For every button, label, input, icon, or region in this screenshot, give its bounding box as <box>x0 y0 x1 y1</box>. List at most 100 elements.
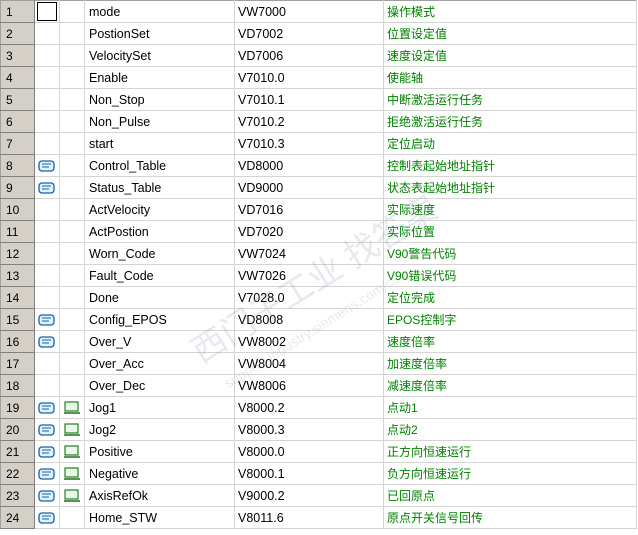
symbol-comment[interactable]: 原点开关信号回传 <box>383 506 637 529</box>
symbol-name[interactable]: Negative <box>84 462 235 485</box>
table-row[interactable]: 14 Done V7028.0 定位完成 <box>0 286 637 309</box>
icon-cell[interactable] <box>59 110 85 133</box>
symbol-name[interactable]: Positive <box>84 440 235 463</box>
symbol-address[interactable]: VD7016 <box>234 198 384 221</box>
row-number[interactable]: 15 <box>0 308 35 331</box>
table-row[interactable]: 8 Control_Table VD8000 控制表起始地址指针 <box>0 154 637 177</box>
row-number[interactable]: 18 <box>0 374 35 397</box>
row-number[interactable]: 11 <box>0 220 35 243</box>
table-row[interactable]: 17 Over_Acc VW8004 加速度倍率 <box>0 352 637 375</box>
row-number[interactable]: 10 <box>0 198 35 221</box>
symbol-address[interactable]: VD7006 <box>234 44 384 67</box>
symbol-comment[interactable]: 定位启动 <box>383 132 637 155</box>
row-number[interactable]: 7 <box>0 132 35 155</box>
icon-cell[interactable] <box>59 132 85 155</box>
hmi-icon-cell[interactable] <box>59 396 85 419</box>
table-row[interactable]: 21 Positive V8000.0 正方向恒速运行 <box>0 440 637 463</box>
symbol-address[interactable]: V8000.1 <box>234 462 384 485</box>
row-number[interactable]: 12 <box>0 242 35 265</box>
table-row[interactable]: 24 Home_STW V8011.6 原点开关信号回传 <box>0 506 637 529</box>
symbol-comment[interactable]: V90错误代码 <box>383 264 637 287</box>
symbol-icon-cell[interactable] <box>34 396 60 419</box>
symbol-comment[interactable]: 中断激活运行任务 <box>383 88 637 111</box>
hmi-icon-cell[interactable] <box>59 418 85 441</box>
symbol-comment[interactable]: 加速度倍率 <box>383 352 637 375</box>
table-row[interactable]: 5 Non_Stop V7010.1 中断激活运行任务 <box>0 88 637 111</box>
symbol-icon-cell[interactable] <box>34 462 60 485</box>
symbol-icon-cell[interactable] <box>34 440 60 463</box>
cell-selection-box[interactable] <box>37 2 57 21</box>
icon-cell[interactable] <box>34 44 60 67</box>
row-number[interactable]: 13 <box>0 264 35 287</box>
row-number[interactable]: 21 <box>0 440 35 463</box>
symbol-name[interactable]: Worn_Code <box>84 242 235 265</box>
symbol-name[interactable]: Done <box>84 286 235 309</box>
icon-cell[interactable] <box>34 286 60 309</box>
symbol-name[interactable]: Enable <box>84 66 235 89</box>
symbol-comment[interactable]: V90警告代码 <box>383 242 637 265</box>
table-row[interactable]: 7 start V7010.3 定位启动 <box>0 132 637 155</box>
symbol-address[interactable]: VW7024 <box>234 242 384 265</box>
table-row[interactable]: 20 Jog2 V8000.3 点动2 <box>0 418 637 441</box>
symbol-name[interactable]: Non_Pulse <box>84 110 235 133</box>
symbol-name[interactable]: Home_STW <box>84 506 235 529</box>
symbol-comment[interactable]: 拒绝激活运行任务 <box>383 110 637 133</box>
row-number[interactable]: 8 <box>0 154 35 177</box>
icon-cell[interactable] <box>59 176 85 199</box>
icon-cell[interactable] <box>34 110 60 133</box>
icon-cell[interactable] <box>59 374 85 397</box>
row-number[interactable]: 22 <box>0 462 35 485</box>
symbol-comment[interactable]: 控制表起始地址指针 <box>383 154 637 177</box>
icon-cell[interactable] <box>34 220 60 243</box>
symbol-name[interactable]: Config_EPOS <box>84 308 235 331</box>
symbol-comment[interactable]: 正方向恒速运行 <box>383 440 637 463</box>
icon-cell[interactable] <box>59 286 85 309</box>
symbol-name[interactable]: Over_Dec <box>84 374 235 397</box>
table-row[interactable]: 12 Worn_Code VW7024 V90警告代码 <box>0 242 637 265</box>
symbol-icon-cell[interactable] <box>34 308 60 331</box>
icon-cell[interactable] <box>59 220 85 243</box>
table-row[interactable]: 18 Over_Dec VW8006 减速度倍率 <box>0 374 637 397</box>
symbol-comment[interactable]: 操作模式 <box>383 0 637 23</box>
icon-cell[interactable] <box>34 198 60 221</box>
symbol-icon-cell[interactable] <box>34 506 60 529</box>
symbol-name[interactable]: AxisRefOk <box>84 484 235 507</box>
row-number[interactable]: 9 <box>0 176 35 199</box>
symbol-icon-cell[interactable] <box>34 484 60 507</box>
symbol-comment[interactable]: 负方向恒速运行 <box>383 462 637 485</box>
icon-cell[interactable] <box>59 154 85 177</box>
icon-cell[interactable] <box>34 132 60 155</box>
symbol-address[interactable]: V7028.0 <box>234 286 384 309</box>
symbol-address[interactable]: V8000.2 <box>234 396 384 419</box>
icon-cell[interactable] <box>34 88 60 111</box>
symbol-address[interactable]: VW7000 <box>234 0 384 23</box>
symbol-name[interactable]: Non_Stop <box>84 88 235 111</box>
row-number[interactable]: 2 <box>0 22 35 45</box>
row-number[interactable]: 5 <box>0 88 35 111</box>
symbol-address[interactable]: VD7020 <box>234 220 384 243</box>
symbol-comment[interactable]: 速度设定值 <box>383 44 637 67</box>
symbol-comment[interactable]: 实际速度 <box>383 198 637 221</box>
symbol-name[interactable]: Over_Acc <box>84 352 235 375</box>
table-row[interactable]: 19 Jog1 V8000.2 点动1 <box>0 396 637 419</box>
symbol-address[interactable]: V7010.2 <box>234 110 384 133</box>
icon-cell[interactable] <box>59 330 85 353</box>
symbol-name[interactable]: Status_Table <box>84 176 235 199</box>
symbol-comment[interactable]: 点动1 <box>383 396 637 419</box>
table-row[interactable]: 13 Fault_Code VW7026 V90错误代码 <box>0 264 637 287</box>
table-row[interactable]: 11 ActPostion VD7020 实际位置 <box>0 220 637 243</box>
icon-cell[interactable] <box>59 242 85 265</box>
icon-cell[interactable] <box>59 264 85 287</box>
row-number[interactable]: 20 <box>0 418 35 441</box>
icon-cell[interactable] <box>59 308 85 331</box>
symbol-address[interactable]: VW8006 <box>234 374 384 397</box>
row-number[interactable]: 23 <box>0 484 35 507</box>
symbol-comment[interactable]: 速度倍率 <box>383 330 637 353</box>
symbol-icon-cell[interactable] <box>34 154 60 177</box>
symbol-address[interactable]: VD8008 <box>234 308 384 331</box>
symbol-address[interactable]: V7010.1 <box>234 88 384 111</box>
symbol-address[interactable]: VD7002 <box>234 22 384 45</box>
row-number[interactable]: 14 <box>0 286 35 309</box>
symbol-comment[interactable]: 状态表起始地址指针 <box>383 176 637 199</box>
icon-cell[interactable] <box>59 22 85 45</box>
